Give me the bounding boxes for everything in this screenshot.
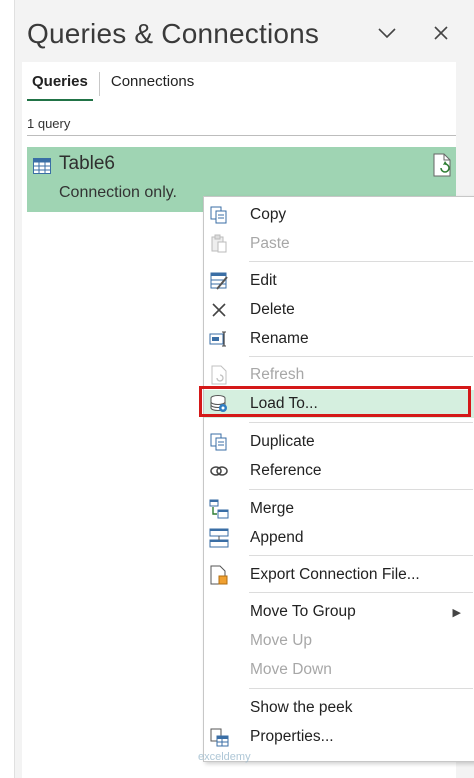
delete-icon	[209, 300, 229, 320]
tab-connections[interactable]: Connections	[106, 72, 199, 94]
close-icon	[434, 26, 448, 40]
menu-item-label: Move Down	[250, 661, 332, 678]
queries-connections-pane: Queries & Connections Queries Connection…	[0, 0, 474, 778]
export-file-icon	[209, 565, 229, 585]
paste-icon	[209, 234, 229, 254]
menu-separator	[249, 592, 473, 593]
append-icon	[209, 528, 229, 548]
menu-item-label: Move To Group	[250, 603, 356, 620]
edit-icon	[209, 271, 229, 291]
menu-item-label: Move Up	[250, 632, 313, 649]
menu-item-label: Append	[250, 529, 304, 546]
load-to-icon	[209, 394, 229, 414]
duplicate-icon	[209, 432, 229, 452]
menu-item-move-to-group[interactable]: Move To Group ▶	[204, 598, 474, 626]
menu-item-reference[interactable]: Reference	[204, 457, 474, 485]
query-count: 1 query	[27, 116, 71, 131]
menu-item-rename[interactable]: Rename	[204, 325, 474, 353]
merge-icon	[209, 499, 229, 519]
divider	[27, 135, 456, 136]
query-name: Table6	[59, 153, 115, 174]
rename-icon	[209, 329, 229, 349]
menu-item-label: Refresh	[250, 366, 305, 383]
menu-item-label: Reference	[250, 462, 322, 479]
copy-icon	[209, 205, 229, 225]
query-status: Connection only.	[59, 184, 177, 201]
pane-title: Queries & Connections	[27, 18, 320, 49]
menu-item-label: Copy	[250, 206, 287, 223]
menu-item-label: Export Connection File...	[250, 566, 420, 583]
menu-item-label: Duplicate	[250, 433, 315, 450]
close-button[interactable]	[428, 20, 454, 46]
menu-item-move-up[interactable]: Move Up	[204, 627, 474, 655]
menu-item-label: Load To...	[250, 395, 318, 412]
menu-item-label: Edit	[250, 272, 277, 289]
menu-separator	[249, 422, 473, 423]
menu-item-duplicate[interactable]: Duplicate	[204, 428, 474, 456]
menu-item-edit[interactable]: Edit	[204, 267, 474, 295]
chevron-down-icon	[378, 28, 396, 39]
collapse-button[interactable]	[374, 20, 400, 46]
menu-item-label: Merge	[250, 500, 294, 517]
menu-item-load-to[interactable]: Load To...	[204, 390, 474, 418]
menu-item-label: Properties...	[250, 728, 334, 745]
menu-item-label: Paste	[250, 235, 290, 252]
menu-separator	[249, 555, 473, 556]
menu-separator	[249, 261, 473, 262]
menu-item-label: Show the peek	[250, 699, 353, 716]
menu-item-label: Rename	[250, 330, 309, 347]
watermark: exceldemy	[198, 751, 251, 763]
menu-separator	[249, 688, 473, 689]
refresh-icon	[209, 365, 229, 385]
menu-separator	[249, 356, 473, 357]
menu-item-refresh[interactable]: Refresh	[204, 361, 474, 389]
context-menu: Copy Paste Edit Delete Rename Refresh Lo…	[203, 196, 474, 762]
refresh-document-icon[interactable]	[432, 153, 452, 182]
menu-item-properties[interactable]: Properties...	[204, 723, 474, 751]
menu-item-move-down[interactable]: Move Down	[204, 656, 474, 684]
menu-item-merge[interactable]: Merge	[204, 495, 474, 523]
menu-item-copy[interactable]: Copy	[204, 201, 474, 229]
menu-item-export-connection-file[interactable]: Export Connection File...	[204, 561, 474, 589]
menu-item-append[interactable]: Append	[204, 524, 474, 552]
menu-separator	[249, 489, 473, 490]
tab-divider	[98, 72, 100, 96]
reference-icon	[209, 461, 229, 481]
tab-queries[interactable]: Queries	[27, 72, 93, 101]
properties-icon	[209, 727, 229, 747]
table-icon	[33, 158, 51, 179]
submenu-arrow-icon: ▶	[452, 606, 461, 619]
menu-item-paste[interactable]: Paste	[204, 230, 474, 258]
tab-bar: Queries Connections	[27, 72, 199, 101]
menu-item-show-the-peek[interactable]: Show the peek	[204, 694, 474, 722]
menu-item-delete[interactable]: Delete	[204, 296, 474, 324]
menu-item-label: Delete	[250, 301, 295, 318]
pane-edge	[0, 0, 15, 778]
